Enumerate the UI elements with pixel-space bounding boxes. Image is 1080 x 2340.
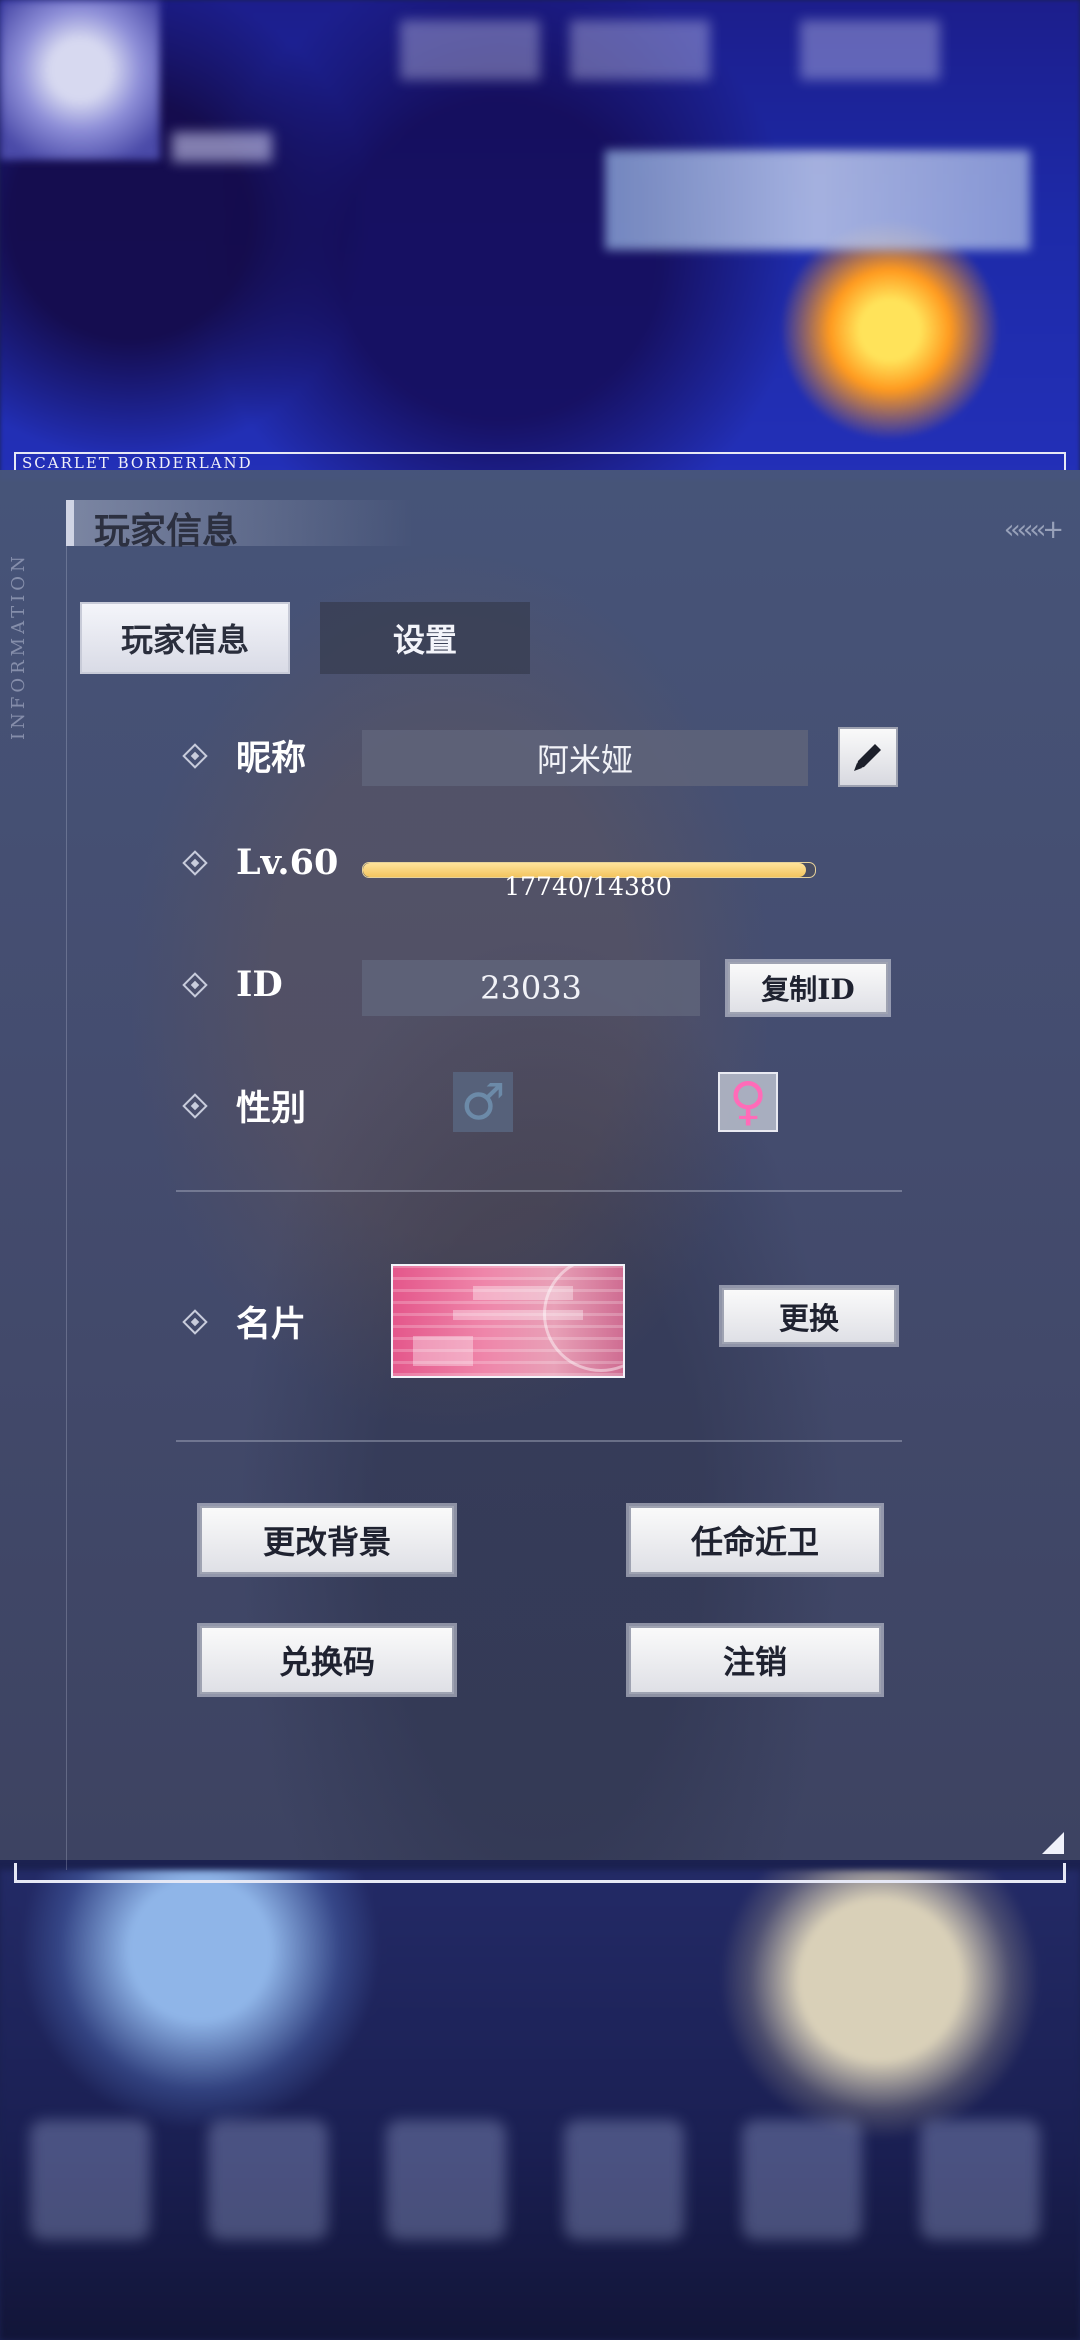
tab-settings[interactable]: 设置 — [320, 602, 530, 674]
player-id-field: 23033 — [362, 960, 700, 1016]
gender-male-option[interactable]: ♂ — [453, 1072, 513, 1132]
bottom-nav-icon-4[interactable] — [564, 2120, 684, 2240]
resource-counter-3 — [800, 20, 940, 80]
tab-player-info[interactable]: 玩家信息 — [80, 602, 290, 674]
divider — [176, 1190, 902, 1192]
gender-row-label: 性别 — [182, 1080, 307, 1131]
nickname-label: 昵称 — [236, 738, 307, 779]
frame-caption: SCARLET BORDERLAND — [22, 454, 253, 472]
redeem-code-button[interactable]: 兑换码 — [200, 1626, 454, 1694]
namecard-row-label: 名片 — [182, 1296, 307, 1347]
logout-button[interactable]: 注销 — [629, 1626, 881, 1694]
change-background-button[interactable]: 更改背景 — [200, 1506, 454, 1574]
appoint-guard-button[interactable]: 任命近卫 — [629, 1506, 881, 1574]
namecard-preview[interactable] — [391, 1264, 625, 1378]
bottom-nav-icon-5[interactable] — [742, 2120, 862, 2240]
id-row-label: ID — [182, 964, 283, 1005]
bottom-nav-icon-3[interactable] — [386, 2120, 506, 2240]
bottom-nav-icon-2[interactable] — [208, 2120, 328, 2240]
player-avatar[interactable] — [0, 0, 160, 160]
namecard-label: 名片 — [236, 1304, 307, 1345]
background-scene-bottom — [0, 1870, 1080, 2340]
divider — [176, 1440, 902, 1442]
diamond-bullet-icon — [182, 971, 208, 998]
edit-nickname-button[interactable] — [838, 727, 898, 787]
copy-id-button[interactable]: 复制ID — [728, 962, 888, 1014]
player-info-panel — [0, 470, 1080, 1860]
exp-text: 17740/14380 — [504, 872, 672, 901]
nickname-field: 阿米娅 — [362, 730, 808, 786]
panel-title: 玩家信息 — [94, 510, 239, 552]
bottom-nav-icon-6[interactable] — [920, 2120, 1040, 2240]
change-namecard-button[interactable]: 更换 — [722, 1288, 896, 1344]
corner-triangle-icon — [1042, 1832, 1064, 1854]
level-label: Lv.60 — [236, 842, 339, 883]
namecard-stripe — [453, 1310, 583, 1320]
nickname-row-label: 昵称 — [182, 730, 307, 781]
gender-label: 性别 — [236, 1088, 307, 1129]
id-label: ID — [236, 964, 283, 1005]
event-banner[interactable] — [605, 150, 1030, 250]
diamond-bullet-icon — [182, 1308, 208, 1335]
panel-frame-bottom — [14, 1863, 1066, 1883]
resource-counter-2 — [570, 20, 710, 80]
chevron-left-decor-icon: ‹‹‹‹‹‹+ — [1003, 515, 1064, 545]
male-symbol-icon: ♂ — [460, 1073, 506, 1131]
namecard-stripe — [473, 1286, 573, 1300]
pencil-icon — [854, 744, 881, 771]
bottom-nav-icon-1[interactable] — [30, 2120, 150, 2240]
gender-female-option[interactable]: ♀ — [718, 1072, 778, 1132]
level-row-label: Lv.60 — [182, 842, 339, 883]
panel-left-rule — [66, 500, 67, 1870]
female-symbol-icon: ♀ — [728, 1072, 768, 1132]
namecard-stripe — [413, 1336, 473, 1366]
diamond-bullet-icon — [182, 849, 208, 876]
diamond-bullet-icon — [182, 742, 208, 769]
diamond-bullet-icon — [182, 1092, 208, 1119]
side-caption: INFORMATION — [8, 552, 29, 740]
resource-counter-1 — [400, 20, 540, 80]
player-name-blurred — [172, 132, 272, 162]
